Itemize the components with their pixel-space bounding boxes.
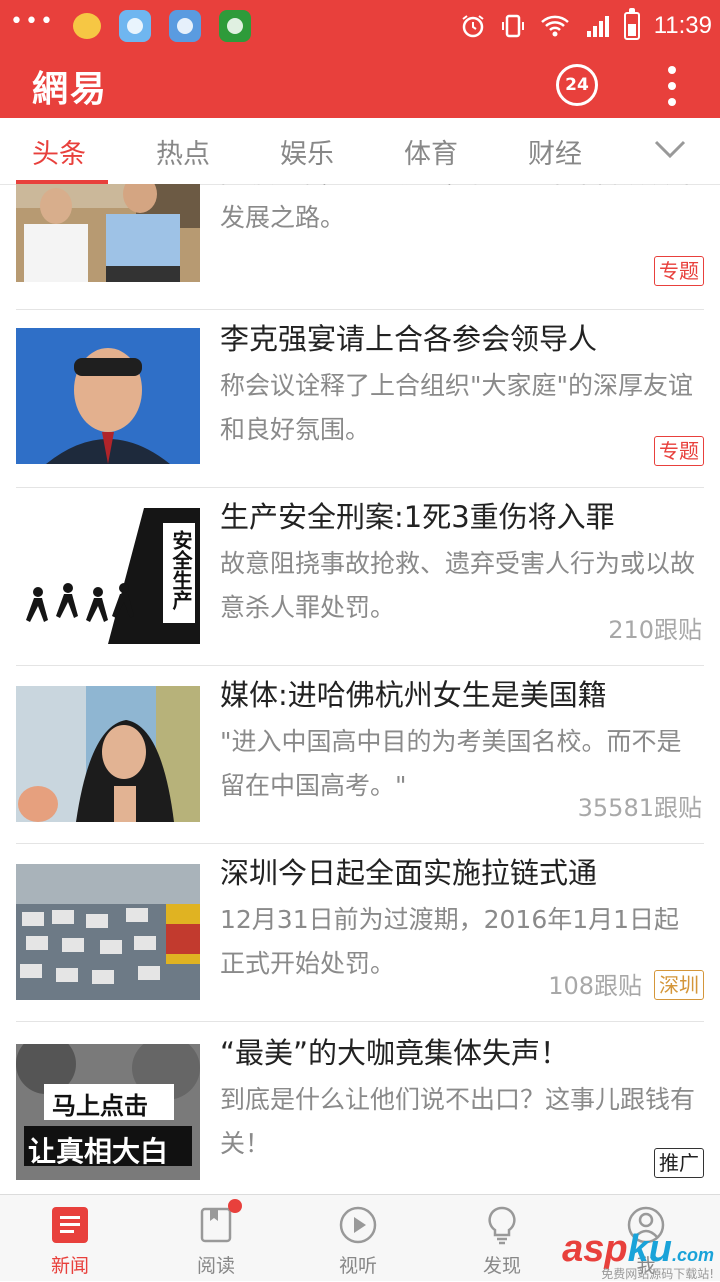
- unread-badge: [228, 1199, 242, 1213]
- notification-icons: •••: [10, 8, 251, 44]
- news-item[interactable]: 高瞻远瞩，呕心沥血，精心为千年古镇设计发展之路。 专题: [0, 184, 720, 310]
- news-feed[interactable]: 高瞻远瞩，呕心沥血，精心为千年古镇设计发展之路。 专题 李克强宴请上合各参会领导…: [0, 184, 720, 1194]
- news-title: 深圳今日起全面实施拉链式通: [220, 856, 598, 890]
- tab-sports[interactable]: 体育: [404, 132, 458, 171]
- topic-tag: 专题: [654, 256, 704, 286]
- channel-tabs: 头条 热点 娱乐 体育 财经: [0, 118, 720, 185]
- news-title: 媒体:进哈佛杭州女生是美国籍: [220, 678, 607, 712]
- system-icons: 11:39: [460, 8, 712, 44]
- nav-label: 阅读: [196, 1255, 235, 1277]
- nav-label: 发现: [482, 1255, 521, 1277]
- live-24h-button[interactable]: 24: [556, 64, 598, 106]
- alarm-icon: [462, 15, 484, 38]
- app-logo: 網易: [32, 68, 109, 110]
- nav-discover[interactable]: 发现: [452, 1205, 552, 1278]
- tab-finance[interactable]: 财经: [528, 132, 582, 171]
- tab-hot[interactable]: 热点: [156, 132, 210, 171]
- news-thumbnail: 安全生产: [16, 508, 200, 644]
- news-thumbnail: [16, 686, 200, 822]
- weather-alt-icon: [168, 10, 201, 42]
- tab-headlines[interactable]: 头条: [32, 132, 86, 171]
- thumbnail-caption: 安全生产: [169, 530, 193, 610]
- weather-icon: [118, 10, 151, 42]
- news-item[interactable]: 深圳今日起全面实施拉链式通 12月31日前为过渡期，2016年1月1日起正式开始…: [0, 844, 720, 1022]
- news-summary: 到底是什么让他们说不出口？这事儿跟钱有关！: [220, 1085, 696, 1158]
- battery-icon: [623, 8, 640, 40]
- news-thumbnail: [16, 328, 200, 464]
- news-thumbnail: [16, 864, 200, 1000]
- overflow-dots-icon: •••: [10, 9, 55, 34]
- comment-count: 35581跟贴: [577, 794, 702, 822]
- thumbnail-caption: 马上点击: [52, 1092, 148, 1120]
- topic-tag: 专题: [654, 436, 704, 466]
- nav-label: 我: [636, 1255, 656, 1277]
- bottom-navigation: 新闻 阅读 视听 发现 我: [0, 1194, 720, 1281]
- discover-icon: [488, 1206, 516, 1245]
- tab-entertainment[interactable]: 娱乐: [280, 132, 334, 171]
- clock: 11:39: [653, 12, 712, 39]
- location-tag: 深圳: [654, 970, 704, 1000]
- news-thumbnail: 马上点击 让真相大白: [16, 1044, 200, 1180]
- play-icon: [339, 1206, 377, 1244]
- more-options-icon[interactable]: [660, 66, 684, 106]
- news-title: 李克强宴请上合各参会领导人: [220, 322, 598, 356]
- news-item[interactable]: 安全生产 生产安全刑案:1死3重伤将入罪 故意阻挠事故抢救、遗弃受害人行为或以故…: [0, 488, 720, 666]
- app-bar: 網易 24: [0, 52, 720, 118]
- news-summary: 高瞻远瞩，呕心沥血，精心为千年古镇设计发展之路。: [220, 184, 695, 232]
- nav-news[interactable]: 新闻: [20, 1205, 120, 1278]
- nav-label: 新闻: [50, 1255, 89, 1277]
- app-notification-icon: [218, 10, 251, 42]
- news-item[interactable]: 李克强宴请上合各参会领导人 称会议诠释了上合组织"大家庭"的深厚友谊和良好氛围。…: [0, 310, 720, 488]
- profile-icon: [627, 1206, 665, 1244]
- news-item[interactable]: 马上点击 让真相大白 “最美”的大咖竟集体失声！ 到底是什么让他们说不出口？这事…: [0, 1022, 720, 1194]
- news-icon: [52, 1207, 88, 1243]
- news-item[interactable]: 媒体:进哈佛杭州女生是美国籍 "进入中国高中目的为考美国名校。而不是留在中国高考…: [0, 666, 720, 844]
- news-title: 生产安全刑案:1死3重伤将入罪: [220, 500, 615, 534]
- ad-tag: 推广: [654, 1148, 704, 1178]
- vibrate-icon: [501, 14, 524, 38]
- signal-icon: [586, 16, 609, 37]
- comment-count: 108跟贴: [548, 972, 642, 1000]
- chat-bubble-icon: [72, 13, 101, 39]
- thumbnail-caption: 让真相大白: [28, 1135, 169, 1168]
- news-title: “最美”的大咖竟集体失声！: [220, 1036, 570, 1070]
- status-bar: ••• 11:39: [0, 0, 720, 52]
- reading-icon: [196, 1199, 242, 1245]
- news-thumbnail: [16, 184, 200, 282]
- wifi-icon: [540, 15, 569, 37]
- nav-reading[interactable]: 阅读: [166, 1199, 266, 1278]
- nav-label: 视听: [338, 1255, 377, 1277]
- chevron-down-icon[interactable]: [652, 134, 688, 164]
- comment-count: 210跟贴: [608, 616, 702, 644]
- nav-profile[interactable]: 我: [596, 1205, 696, 1278]
- nav-media[interactable]: 视听: [308, 1205, 408, 1278]
- news-summary: 称会议诠释了上合组织"大家庭"的深厚友谊和良好氛围。: [220, 371, 693, 444]
